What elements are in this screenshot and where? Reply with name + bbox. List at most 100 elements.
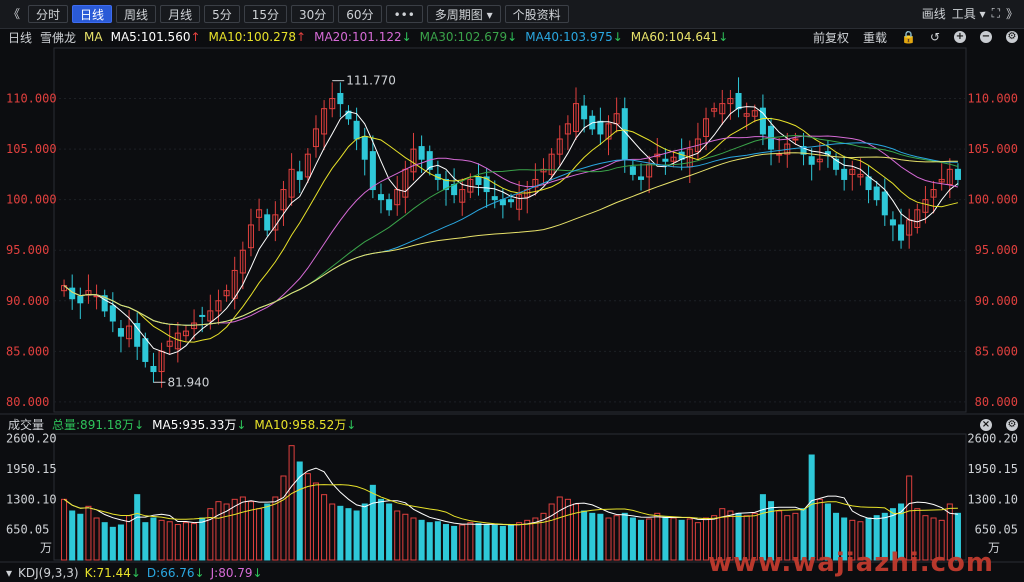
volume-bar (605, 517, 612, 561)
candle-body (109, 305, 116, 322)
price-axis-label: 110.000 (6, 92, 57, 106)
ma10-line (63, 118, 959, 343)
volume-bar (491, 524, 498, 561)
price-axis-label: 80.000 (6, 395, 49, 409)
volume-bar (288, 445, 295, 561)
volume-bar (93, 517, 100, 561)
volume-bar (191, 523, 198, 561)
watermark: www.wajiazhi.com (707, 548, 994, 578)
volume-bar (256, 508, 263, 561)
volume-bar (654, 512, 661, 561)
price-axis-label: 110.000 (967, 92, 1018, 106)
candle-body (296, 171, 303, 180)
volume-bar (808, 454, 815, 561)
volume-bar (507, 524, 515, 561)
volume-bar (532, 517, 539, 561)
volume-axis-label: 650.05 (975, 523, 1018, 537)
volume-bar (662, 516, 669, 561)
volume-bar (142, 522, 149, 561)
volume-title[interactable]: 成交量 (8, 416, 44, 433)
volume-bar (499, 525, 506, 561)
collapse-icon[interactable]: ▾ (6, 566, 12, 580)
candle-body (776, 153, 783, 156)
volume-axis-label: 1950.15 (967, 462, 1018, 476)
candle-body (117, 328, 124, 337)
volume-bar (483, 524, 490, 561)
candle-body (597, 120, 604, 135)
volume-bar (678, 519, 685, 561)
volume-bar (475, 523, 482, 561)
price-axis-label: 100.000 (967, 193, 1018, 207)
candle-body (142, 338, 149, 362)
volume-bar (548, 503, 555, 561)
ma60-line (63, 152, 958, 326)
volume-bar (524, 519, 531, 561)
volume-unit-label: 万 (40, 541, 52, 555)
volume-bar (394, 510, 401, 561)
candle-body (637, 176, 645, 180)
volume-bar (621, 512, 628, 561)
candle-body (199, 314, 206, 317)
volume-bar (239, 496, 246, 561)
price-axis-label: 105.000 (6, 142, 57, 156)
volume-bar (207, 508, 214, 561)
candle-body (873, 186, 880, 201)
volume-bar (199, 517, 206, 561)
volume-controls: × ⚙ (972, 416, 1018, 434)
candle-body (264, 214, 271, 231)
volume-bar (77, 513, 84, 561)
volume-bar (564, 498, 571, 561)
price-axis-label: 90.000 (975, 294, 1018, 308)
volume-bar (134, 494, 141, 561)
candle-body (361, 135, 368, 160)
volume-bar (418, 519, 425, 561)
volume-settings-icon[interactable]: ⚙ (1006, 419, 1018, 431)
volume-bar (589, 512, 596, 561)
candle-body (898, 224, 905, 241)
stock-chart[interactable]: 110.000 110.000 105.000 105.000 100.000 100.0… (0, 0, 1024, 582)
volume-bar (410, 517, 417, 561)
candle-body (77, 295, 84, 304)
volume-bar (182, 522, 189, 561)
volume-bar (556, 496, 563, 561)
volume-bar (402, 513, 409, 561)
volume-bar (280, 475, 287, 561)
volume-bar (312, 482, 319, 561)
volume-bar (459, 524, 466, 561)
candle-body (475, 176, 482, 186)
candle-body (150, 366, 157, 373)
volume-axis-label: 1300.10 (967, 492, 1018, 506)
candle-body (662, 158, 669, 162)
volume-bar (629, 517, 636, 561)
volume-bar (377, 498, 385, 561)
candle-body (881, 191, 888, 216)
volume-bar (442, 524, 450, 561)
volume-axis-label: 650.05 (6, 523, 49, 537)
candle-body (735, 93, 742, 110)
volume-bar (329, 503, 336, 561)
price-axis-label: 95.000 (6, 243, 49, 257)
candle-body (491, 196, 498, 201)
ma30-line (63, 134, 959, 326)
volume-bar (613, 515, 620, 561)
kdj-title[interactable]: KDJ(9,3,3) (18, 566, 79, 580)
volume-bar (686, 518, 693, 561)
volume-close-icon[interactable]: × (980, 419, 992, 431)
price-axis-label: 85.000 (6, 344, 49, 358)
volume-indicator-bar: 成交量 总量:891.18万↓ MA5:935.33万↓ MA10:958.52… (0, 416, 1024, 432)
volume-axis-label: 1300.10 (6, 492, 57, 506)
volume-bar (426, 522, 433, 561)
candle-body (792, 138, 799, 141)
volume-bar (451, 525, 458, 561)
volume-bar (467, 522, 474, 561)
volume-bar (85, 505, 92, 561)
volume-bar (670, 517, 677, 561)
candle-body (353, 120, 360, 140)
volume-bar (158, 519, 165, 561)
volume-bar (597, 513, 604, 561)
volume-bar (126, 515, 133, 561)
candle-body (369, 151, 376, 191)
volume-bar (581, 510, 588, 561)
price-axis-label: 85.000 (975, 344, 1018, 358)
volume-ma10: MA10:958.52万↓ (254, 417, 357, 432)
